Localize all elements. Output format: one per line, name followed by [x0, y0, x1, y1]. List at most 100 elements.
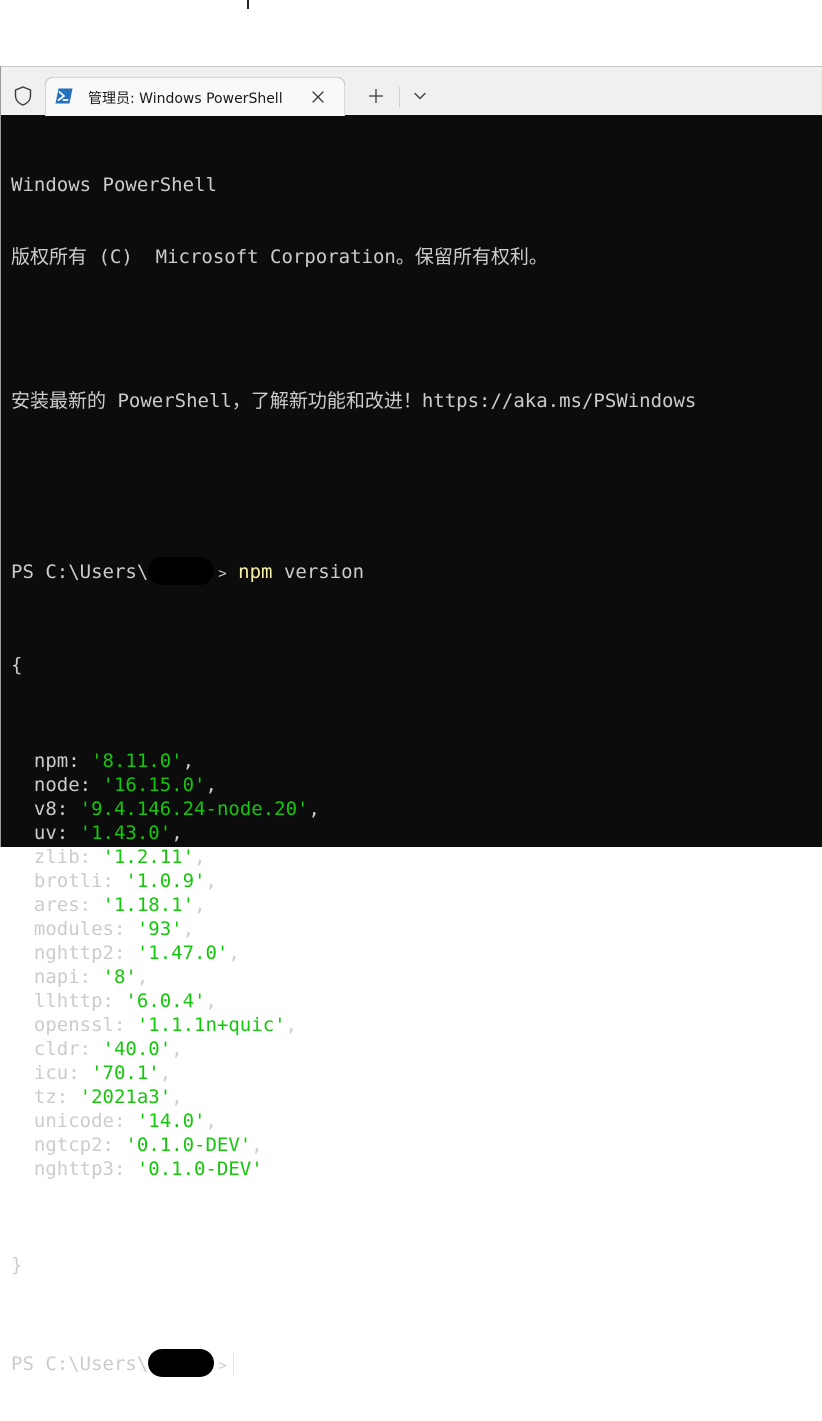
version-entry: npm: '8.11.0', [11, 749, 816, 773]
separator: , [171, 1038, 183, 1060]
separator: , [308, 798, 320, 820]
separator: , [182, 750, 195, 772]
version-entry: llhttp: '6.0.4', [11, 989, 816, 1013]
command-name: npm [238, 561, 273, 583]
close-icon[interactable] [308, 87, 328, 107]
prompt-prefix: PS C:\Users\ [11, 1353, 149, 1375]
version-key: nghttp3 [33, 1158, 114, 1180]
version-entry: nghttp3: '0.1.0-DEV' [11, 1157, 816, 1181]
shield-icon [12, 85, 34, 107]
version-entry: uv: '1.43.0', [11, 821, 816, 845]
version-entry: napi: '8', [11, 965, 816, 989]
colon: : [56, 822, 80, 844]
colon: : [79, 966, 103, 988]
separator: , [251, 1134, 263, 1156]
version-value: '70.1' [91, 1062, 160, 1084]
version-key: uv [33, 822, 57, 844]
desktop-area-above-window [0, 0, 822, 66]
version-entry: node: '16.15.0', [11, 773, 816, 797]
version-key: v8 [33, 798, 57, 820]
version-value: '1.18.1' [102, 894, 195, 916]
title-bar[interactable]: 管理员: Windows PowerShell [1, 66, 822, 116]
prompt-suffix: > [218, 566, 227, 582]
separator: , [136, 966, 149, 988]
colon: : [102, 870, 126, 892]
close-brace: } [11, 1254, 23, 1276]
separator: , [194, 846, 206, 868]
version-list: npm: '8.11.0', node: '16.15.0', v8: '9.4… [11, 749, 816, 1181]
open-brace: { [11, 654, 23, 676]
colon: : [68, 750, 92, 772]
version-key: nghttp2 [33, 942, 114, 964]
version-value: '0.1.0-DEV' [125, 1134, 252, 1156]
version-value: '1.43.0' [79, 822, 172, 844]
colon: : [102, 1134, 126, 1156]
colon: : [79, 774, 103, 796]
text-cursor[interactable] [232, 1353, 234, 1375]
separator: , [285, 1014, 298, 1036]
colon: : [68, 1062, 92, 1084]
version-key: node [33, 774, 80, 796]
version-entry: ares: '1.18.1', [11, 893, 816, 917]
version-key: npm [33, 750, 69, 772]
separator: , [171, 1086, 183, 1108]
colon: : [102, 990, 126, 1012]
version-key: brotli [33, 870, 103, 892]
version-value: '6.0.4' [125, 990, 206, 1012]
version-key: unicode [33, 1110, 114, 1132]
powershell-icon [55, 88, 73, 104]
version-value: '2021a3' [79, 1086, 172, 1108]
version-entry: zlib: '1.2.11', [11, 845, 816, 869]
prompt-line: PS C:\Users\ > [11, 1349, 816, 1377]
version-entry: openssl: '1.1.1n+quic', [11, 1013, 816, 1037]
version-value: '1.47.0' [136, 942, 229, 964]
console-output[interactable]: Windows PowerShell 版权所有 (C) Microsoft Co… [11, 125, 816, 1421]
chevron-down-icon[interactable] [408, 85, 432, 107]
version-value: '9.4.146.24-node.20' [79, 798, 309, 820]
version-key: modules [33, 918, 114, 940]
separator: , [205, 990, 217, 1012]
separator: , [205, 774, 217, 796]
colon: : [113, 1110, 137, 1132]
separator: , [228, 942, 240, 964]
version-entry: unicode: '14.0', [11, 1109, 816, 1133]
version-key: openssl [33, 1014, 114, 1036]
terminal-window[interactable]: 管理员: Windows PowerShell Windows PowerShe… [0, 66, 822, 1377]
colon: : [56, 1086, 80, 1108]
colon: : [113, 1014, 137, 1036]
separator: , [205, 1110, 217, 1132]
version-key: llhttp [33, 990, 103, 1012]
prompt-line: PS C:\Users\ > npm version [11, 557, 816, 585]
version-key: ares [33, 894, 80, 916]
version-entry: modules: '93', [11, 917, 816, 941]
version-key: icu [33, 1062, 69, 1084]
plus-icon[interactable] [363, 85, 389, 107]
banner-line: 安装最新的 PowerShell，了解新功能和改进！https://aka.ms… [11, 390, 697, 412]
separator: , [194, 894, 206, 916]
version-value: '93' [136, 918, 183, 940]
version-entry: icu: '70.1', [11, 1061, 816, 1085]
version-value: '8.11.0' [91, 750, 183, 772]
version-value: '40.0' [102, 1038, 172, 1060]
version-key: ngtcp2 [33, 1134, 103, 1156]
toolbar-divider [399, 87, 400, 107]
version-value: '1.1.1n+quic' [136, 1014, 286, 1036]
version-entry: cldr: '40.0', [11, 1037, 816, 1061]
tab-powershell[interactable]: 管理员: Windows PowerShell [45, 77, 345, 116]
version-key: napi [33, 966, 80, 988]
version-entry: nghttp2: '1.47.0', [11, 941, 816, 965]
